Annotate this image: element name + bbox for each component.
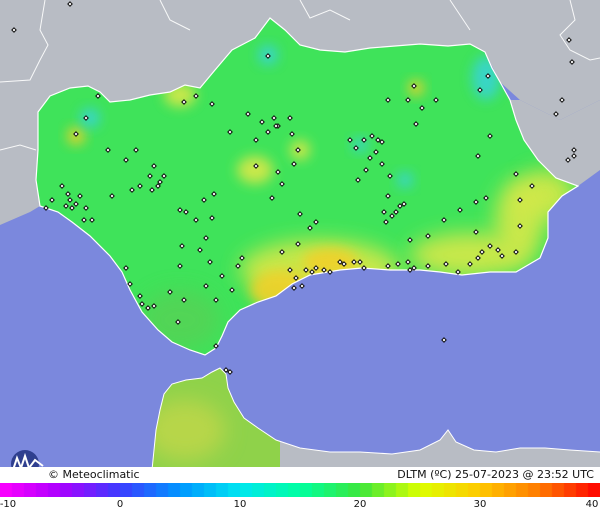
colorbar-tick-label: 10 — [233, 499, 247, 510]
map-page: © Meteoclimatic DLTM (ºC) 25-07-2023 @ 2… — [0, 0, 600, 517]
colorbar-tick-label: -10 — [0, 499, 17, 510]
temperature-colorbar — [0, 483, 600, 497]
variable-label: DLTM (ºC) — [397, 468, 452, 481]
colorbar-tick-label: 20 — [353, 499, 367, 510]
date-label: 25-07-2023 — [455, 468, 519, 481]
map-caption: DLTM (ºC) 25-07-2023 @ 23:52 UTC — [397, 468, 594, 481]
colorbar-tick-label: 30 — [473, 499, 487, 510]
at-sign: @ — [522, 468, 534, 481]
colorbar-ticks: -10 0 10 20 30 40 — [0, 497, 600, 517]
temperature-map — [0, 0, 600, 467]
brand-text: © Meteoclimatic — [48, 468, 140, 481]
colorbar-tick-label: 0 — [116, 499, 124, 510]
colorbar-tick-label: 40 — [585, 499, 599, 510]
time-label: 23:52 UTC — [536, 468, 594, 481]
footer-bar: © Meteoclimatic DLTM (ºC) 25-07-2023 @ 2… — [0, 467, 600, 483]
